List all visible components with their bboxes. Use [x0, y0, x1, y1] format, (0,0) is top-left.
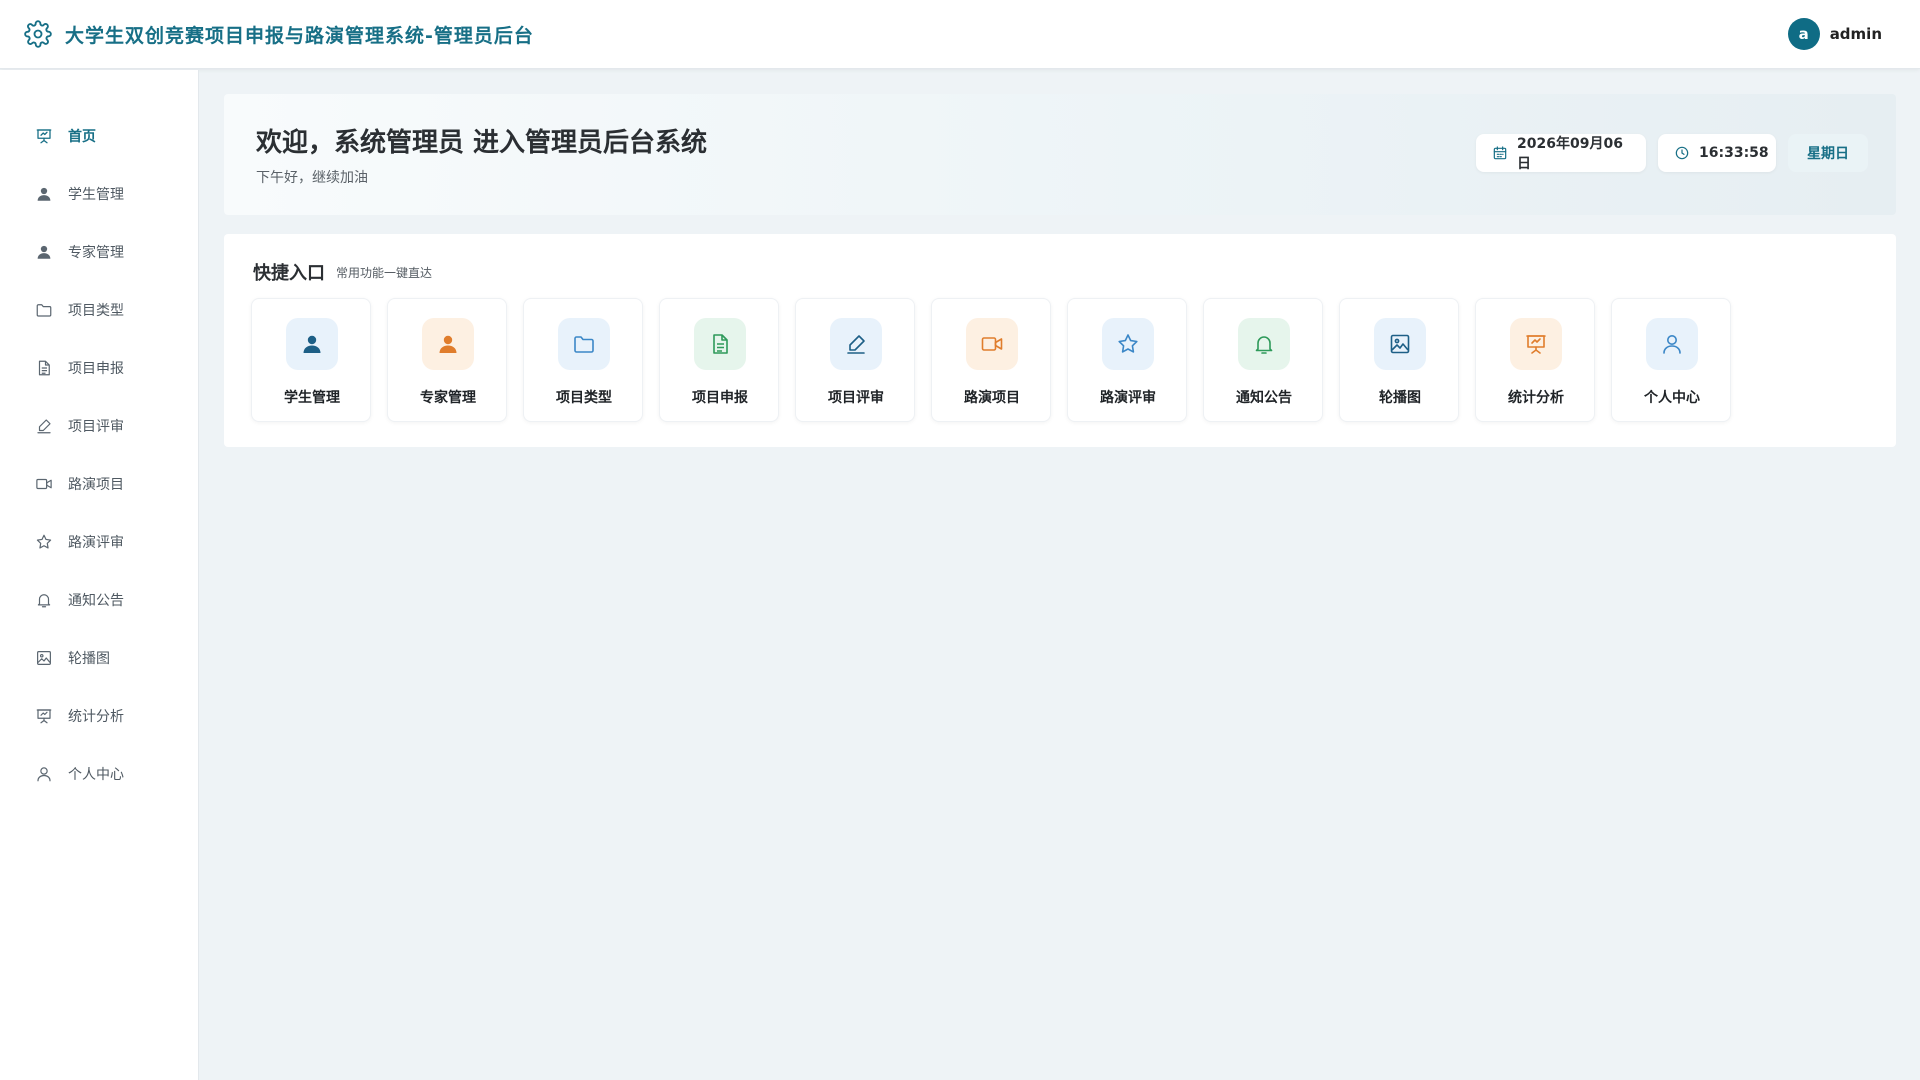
- clock-icon: [1674, 145, 1690, 161]
- pen-icon: [830, 318, 882, 370]
- sidebar-item-label: 项目类型: [68, 303, 124, 319]
- quick-entry-subtitle: 常用功能一键直达: [336, 266, 433, 280]
- current-time: 16:33:58: [1699, 145, 1769, 161]
- quick-tile-label: 项目申报: [692, 390, 748, 406]
- quick-tile-label: 项目类型: [556, 390, 612, 406]
- sidebar-item-project-review[interactable]: 项目评审: [0, 406, 199, 446]
- quick-tile-label: 通知公告: [1236, 390, 1292, 406]
- presentation-icon: [1510, 318, 1562, 370]
- quick-tile-carousel[interactable]: 轮播图: [1339, 298, 1459, 422]
- quick-tile-project-apply[interactable]: 项目申报: [659, 298, 779, 422]
- sidebar-item-label: 个人中心: [68, 767, 124, 783]
- presentation-icon: [35, 707, 53, 725]
- image-icon: [1374, 318, 1426, 370]
- document-icon: [35, 359, 53, 377]
- sidebar-item-label: 专家管理: [68, 245, 124, 261]
- document-icon: [694, 318, 746, 370]
- sidebar-item-roadshow-review[interactable]: 路演评审: [0, 522, 199, 562]
- quick-tile-statistics[interactable]: 统计分析: [1475, 298, 1595, 422]
- gear-icon[interactable]: [24, 20, 52, 48]
- sidebar-item-students[interactable]: 学生管理: [0, 174, 199, 214]
- bell-icon: [35, 591, 53, 609]
- sidebar-item-label: 轮播图: [68, 651, 110, 667]
- quick-tile-label: 个人中心: [1644, 390, 1700, 406]
- top-header: 大学生双创竞赛项目申报与路演管理系统-管理员后台 a admin: [0, 0, 1920, 69]
- welcome-title: 欢迎，系统管理员 进入管理员后台系统: [256, 128, 708, 158]
- quick-tile-project-review[interactable]: 项目评审: [795, 298, 915, 422]
- quick-tile-label: 路演评审: [1100, 390, 1156, 406]
- current-date: 2026年09月06日: [1517, 136, 1623, 172]
- quick-tile-roadshow-review[interactable]: 路演评审: [1067, 298, 1187, 422]
- weekday-badge: 星期日: [1788, 134, 1868, 172]
- image-icon: [35, 649, 53, 667]
- quick-tile-label: 专家管理: [420, 390, 476, 406]
- welcome-subtitle: 下午好，继续加油: [256, 170, 368, 186]
- sidebar-item-label: 项目评审: [68, 419, 124, 435]
- user-solid-icon: [35, 185, 53, 203]
- quick-tile-project-types[interactable]: 项目类型: [523, 298, 643, 422]
- user-solid-icon: [422, 318, 474, 370]
- app-title: 大学生双创竞赛项目申报与路演管理系统-管理员后台: [65, 24, 534, 47]
- sidebar-item-home[interactable]: 首页: [0, 116, 199, 156]
- quick-tile-label: 统计分析: [1508, 390, 1564, 406]
- sidebar: 首页 学生管理 专家管理 项目类型 项目申报 项目评审 路演项目 路演评审 通知…: [0, 70, 199, 1080]
- sidebar-item-label: 通知公告: [68, 593, 124, 609]
- bell-icon: [1238, 318, 1290, 370]
- sidebar-item-label: 统计分析: [68, 709, 124, 725]
- sidebar-item-carousel[interactable]: 轮播图: [0, 638, 199, 678]
- sidebar-item-notices[interactable]: 通知公告: [0, 580, 199, 620]
- sidebar-item-profile[interactable]: 个人中心: [0, 754, 199, 794]
- sidebar-item-roadshow-projects[interactable]: 路演项目: [0, 464, 199, 504]
- quick-tile-roadshow-projects[interactable]: 路演项目: [931, 298, 1051, 422]
- calendar-icon: [1492, 145, 1508, 161]
- folder-icon: [558, 318, 610, 370]
- brand: 大学生双创竞赛项目申报与路演管理系统-管理员后台: [24, 20, 534, 48]
- quick-tile-label: 轮播图: [1379, 390, 1421, 406]
- user-outline-icon: [1646, 318, 1698, 370]
- sidebar-item-label: 路演项目: [68, 477, 124, 493]
- sidebar-item-statistics[interactable]: 统计分析: [0, 696, 199, 736]
- sidebar-item-project-apply[interactable]: 项目申报: [0, 348, 199, 388]
- user-solid-icon: [286, 318, 338, 370]
- user-name[interactable]: admin: [1830, 25, 1882, 43]
- video-icon: [35, 475, 53, 493]
- user-menu[interactable]: a admin: [1787, 18, 1882, 50]
- quick-tile-experts[interactable]: 专家管理: [387, 298, 507, 422]
- current-weekday: 星期日: [1807, 146, 1849, 162]
- quick-tile-label: 路演项目: [964, 390, 1020, 406]
- quick-tile-notices[interactable]: 通知公告: [1203, 298, 1323, 422]
- quick-tile-profile[interactable]: 个人中心: [1611, 298, 1731, 422]
- quick-tile-label: 学生管理: [284, 390, 340, 406]
- star-icon: [35, 533, 53, 551]
- folder-icon: [35, 301, 53, 319]
- sidebar-item-label: 首页: [68, 129, 96, 145]
- quick-tile-students[interactable]: 学生管理: [251, 298, 371, 422]
- sidebar-item-project-types[interactable]: 项目类型: [0, 290, 199, 330]
- presentation-icon: [35, 127, 53, 145]
- quick-entry-title: 快捷入口: [253, 263, 325, 284]
- quick-tile-label: 项目评审: [828, 390, 884, 406]
- pen-icon: [35, 417, 53, 435]
- star-icon: [1102, 318, 1154, 370]
- user-outline-icon: [35, 765, 53, 783]
- video-icon: [966, 318, 1018, 370]
- date-badge: 2026年09月06日: [1476, 134, 1646, 172]
- avatar[interactable]: a: [1787, 18, 1820, 50]
- sidebar-item-experts[interactable]: 专家管理: [0, 232, 199, 272]
- time-badge: 16:33:58: [1658, 134, 1776, 172]
- sidebar-item-label: 路演评审: [68, 535, 124, 551]
- sidebar-item-label: 项目申报: [68, 361, 124, 377]
- user-solid-icon: [35, 243, 53, 261]
- sidebar-item-label: 学生管理: [68, 187, 124, 203]
- welcome-banner: 欢迎，系统管理员 进入管理员后台系统 下午好，继续加油 2026年09月06日 …: [224, 94, 1896, 215]
- quick-entry-panel: 快捷入口 常用功能一键直达 学生管理 专家管理 项目类型 项目申报 项目评审 路…: [224, 234, 1896, 447]
